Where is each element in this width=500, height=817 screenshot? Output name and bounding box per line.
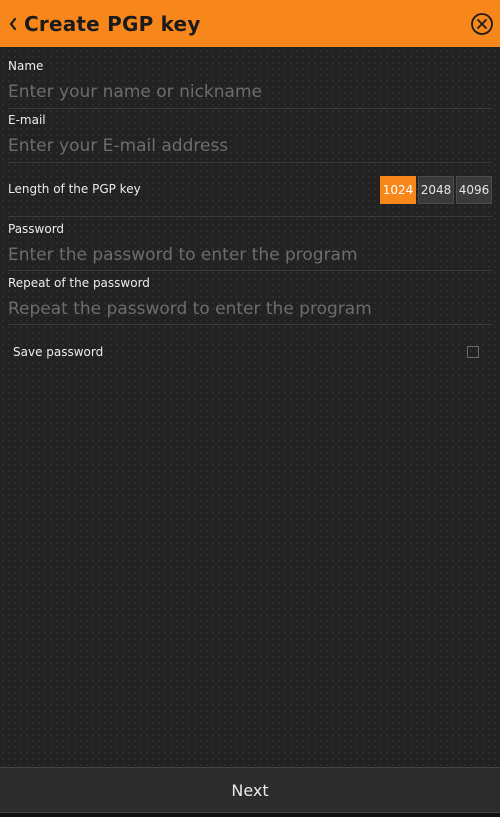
key-length-selector: 1024 2048 4096	[380, 176, 492, 204]
bottom-strip	[0, 813, 500, 817]
chevron-left-icon[interactable]	[2, 0, 24, 47]
next-button[interactable]: Next	[0, 767, 500, 813]
save-password-checkbox[interactable]	[467, 346, 479, 358]
key-length-option-4096[interactable]: 4096	[456, 176, 492, 204]
divider	[8, 270, 492, 271]
save-password-label: Save password	[13, 345, 104, 359]
key-length-label: Length of the PGP key	[8, 182, 141, 196]
password-label: Password	[8, 222, 65, 236]
key-length-option-2048[interactable]: 2048	[418, 176, 454, 204]
divider	[8, 324, 492, 325]
repeat-password-field-group: Repeat of the password	[8, 276, 492, 324]
name-field-group: Name	[8, 59, 492, 107]
key-length-option-1024[interactable]: 1024	[380, 176, 416, 204]
app-header: Create PGP key	[0, 0, 500, 47]
password-input[interactable]	[8, 240, 492, 270]
close-icon[interactable]	[470, 12, 494, 36]
password-field-group: Password	[8, 222, 492, 270]
divider	[8, 216, 492, 217]
name-label: Name	[8, 59, 44, 73]
page-title: Create PGP key	[24, 11, 201, 36]
repeat-password-input[interactable]	[8, 294, 492, 324]
divider	[8, 108, 492, 109]
email-input[interactable]	[8, 131, 492, 161]
divider	[8, 162, 492, 163]
repeat-password-label: Repeat of the password	[8, 276, 150, 290]
email-field-group: E-mail	[8, 113, 492, 161]
email-label: E-mail	[8, 113, 46, 127]
name-input[interactable]	[8, 77, 492, 107]
